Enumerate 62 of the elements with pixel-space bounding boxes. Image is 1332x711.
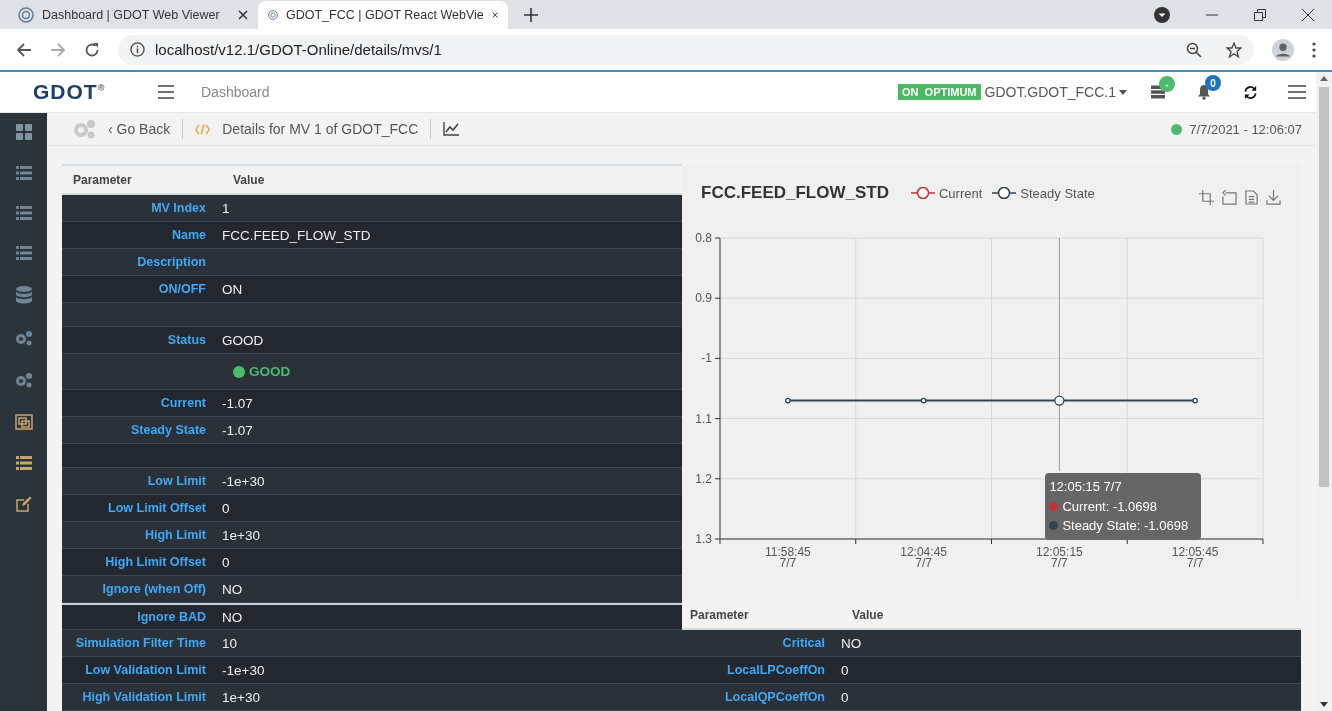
axis-tick-label: -1 [701,351,712,366]
parameter-label: Status [166,333,206,347]
parameter-label: Low Validation Limit [84,663,206,677]
axis-tick-label: 1.3 [695,532,712,546]
page-title: Details for MV 1 of GDOT_FCC [222,121,419,137]
table-cell-text: -1.07 [221,395,253,411]
table-cell-text: FCC.FEED_FLOW_STD [221,227,371,243]
table-cell-text: 0 [840,662,849,678]
status-indicator: GOOD [217,364,291,379]
table-cell-text: 1e+30 [221,689,260,705]
axis-tick-label: 12:04:45 7/7 [900,545,947,570]
notification-badge: 0 [1205,75,1221,91]
chart-title: FCC.FEED_FLOW_STD [701,183,889,203]
parameter-label: Description [136,255,206,269]
parameter-label: MV Index [150,201,206,215]
table-cell-text: 10 [221,635,238,651]
axis-tick-label: 12:05:45 7/7 [1171,545,1219,570]
logo: GDOT$^{®}$ [33,80,107,104]
tooltip-title: 12:05:15 7/7 [1049,478,1123,496]
table-cell-text: ON [221,281,243,297]
table-cell-text: GOOD [221,332,264,348]
parameter-label: Name [170,228,206,242]
parameter-label: Current [159,396,206,410]
parameter-label: LocalQPCoeffOn [724,690,825,704]
axis-tick-label: 0.8 [695,231,712,245]
table-cell-text: 0 [840,689,849,705]
parameter-label: Steady State [129,423,206,437]
parameter-label: High Limit [143,528,206,542]
parameter-label: Ignore BAD [136,610,206,624]
table-cell-text: -1.07 [221,422,253,438]
timestamp: 7/7/2021 - 12:06:07 [1189,121,1302,137]
table-cell-text: 1 [221,200,230,216]
server-badge: - [1159,76,1175,92]
parameter-label: ON/OFF [157,282,206,296]
parameter-label: LocalLPCoeffOn [726,663,825,677]
column-header: Parameter [689,607,750,622]
parameter-label: Critical [781,636,825,650]
axis-tick-label: 0.9 [695,291,712,306]
axis-tick-label: 11:58:45 7/7 [764,545,811,570]
column-header: Parameter [72,172,133,187]
tooltip-value: Current: -1.0698 [1062,497,1158,516]
table-cell-text: NO [221,581,243,597]
table-cell-text: NO [221,609,243,625]
parameter-label: High Validation Limit [81,690,206,704]
status-badge: ON OPTIMUM [897,84,981,100]
column-header: Value [232,172,265,187]
parameter-label: Ignore (when Off) [101,582,206,596]
table-cell-text: 0 [221,554,230,570]
parameter-label: Simulation Filter Time [74,636,206,650]
table-cell-text: 1e+30 [221,527,260,543]
parameter-label: Low Limit [146,474,206,488]
column-header: Value [851,607,884,622]
parameter-label: High Limit Offset [104,555,206,569]
table-cell-text: NO [840,635,862,651]
tooltip-value: Steady State: -1.0698 [1062,517,1189,535]
parameter-label: Low Limit Offset [107,501,206,515]
table-cell-text: -1e+30 [221,473,265,489]
table-cell-text: -1e+30 [221,662,265,678]
axis-tick-label: 12:05:15 7/7 [1036,545,1083,570]
axis-tick-label: 1.1 [695,411,712,426]
table-cell-text: 0 [221,500,230,516]
axis-tick-label: 1.2 [695,471,712,486]
